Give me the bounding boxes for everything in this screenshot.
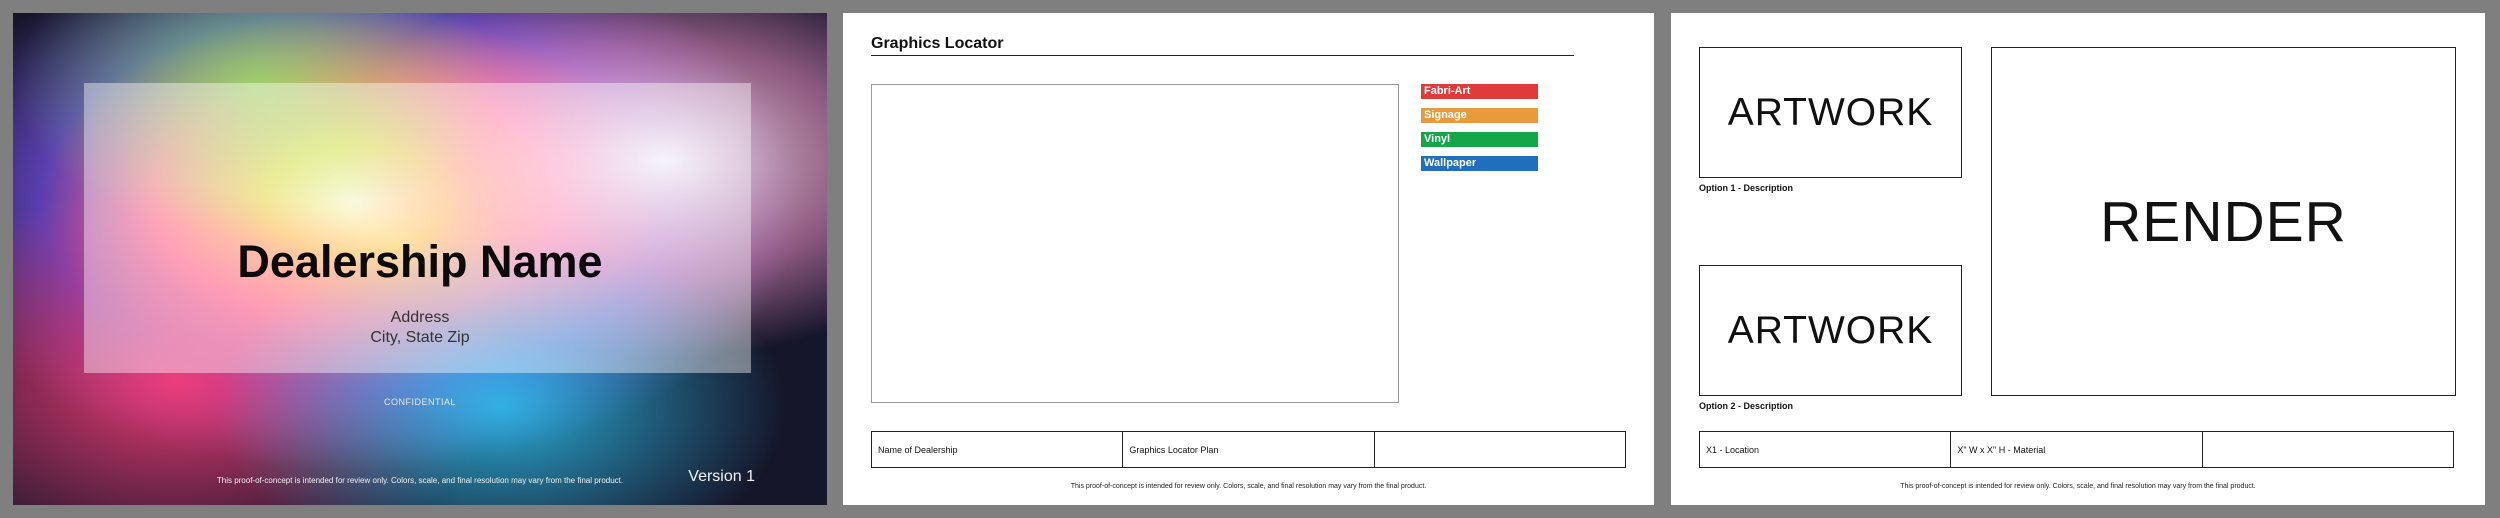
disclaimer-text: This proof-of-concept is intended for re… — [216, 476, 624, 485]
options-slide[interactable]: ARTWORK Option 1 - Description ARTWORK O… — [1671, 13, 2485, 505]
city-state-zip-text[interactable]: City, State Zip — [13, 329, 827, 347]
page-title: Graphics Locator — [871, 35, 1004, 52]
address-text[interactable]: Address — [13, 309, 827, 327]
footer-cell-plan[interactable]: Graphics Locator Plan — [1123, 432, 1375, 467]
confidential-label: CONFIDENTIAL — [383, 397, 456, 407]
graphics-locator-slide[interactable]: Graphics Locator Fabri-Art Signage Vinyl… — [843, 13, 1654, 505]
title-divider — [871, 55, 1574, 56]
footer-table: Name of Dealership Graphics Locator Plan — [871, 431, 1626, 468]
footer-cell-empty[interactable] — [1375, 432, 1625, 467]
artwork-box-1[interactable]: ARTWORK — [1699, 47, 1962, 178]
footer-cell-dealership[interactable]: Name of Dealership — [872, 432, 1124, 467]
floor-plan-placeholder[interactable] — [871, 84, 1399, 403]
cover-slide[interactable]: Dealership Name Address City, State Zip … — [13, 13, 827, 505]
artwork-label: ARTWORK — [1727, 90, 1934, 134]
render-box[interactable]: RENDER — [1991, 47, 2456, 396]
disclaimer-text: This proof-of-concept is intended for re… — [1900, 483, 2256, 490]
footer-cell-material[interactable]: X" W x X" H - Material — [1951, 432, 2203, 467]
version-label: Version 1 — [688, 468, 755, 485]
render-label: RENDER — [2100, 189, 2347, 254]
legend-wallpaper: Wallpaper — [1421, 156, 1538, 171]
disclaimer-text: This proof-of-concept is intended for re… — [1070, 483, 1427, 490]
footer-table: X1 - Location X" W x X" H - Material — [1699, 431, 2454, 468]
option-2-description[interactable]: Option 2 - Description — [1699, 401, 1793, 411]
legend-fabri-art: Fabri-Art — [1421, 84, 1538, 99]
footer-cell-location[interactable]: X1 - Location — [1700, 432, 1952, 467]
dealership-name-title[interactable]: Dealership Name — [13, 236, 827, 288]
option-1-description[interactable]: Option 1 - Description — [1699, 183, 1793, 193]
artwork-box-2[interactable]: ARTWORK — [1699, 265, 1962, 396]
legend-vinyl: Vinyl — [1421, 132, 1538, 147]
legend-signage: Signage — [1421, 108, 1538, 123]
artwork-label: ARTWORK — [1727, 308, 1934, 352]
footer-cell-empty[interactable] — [2203, 432, 2453, 467]
